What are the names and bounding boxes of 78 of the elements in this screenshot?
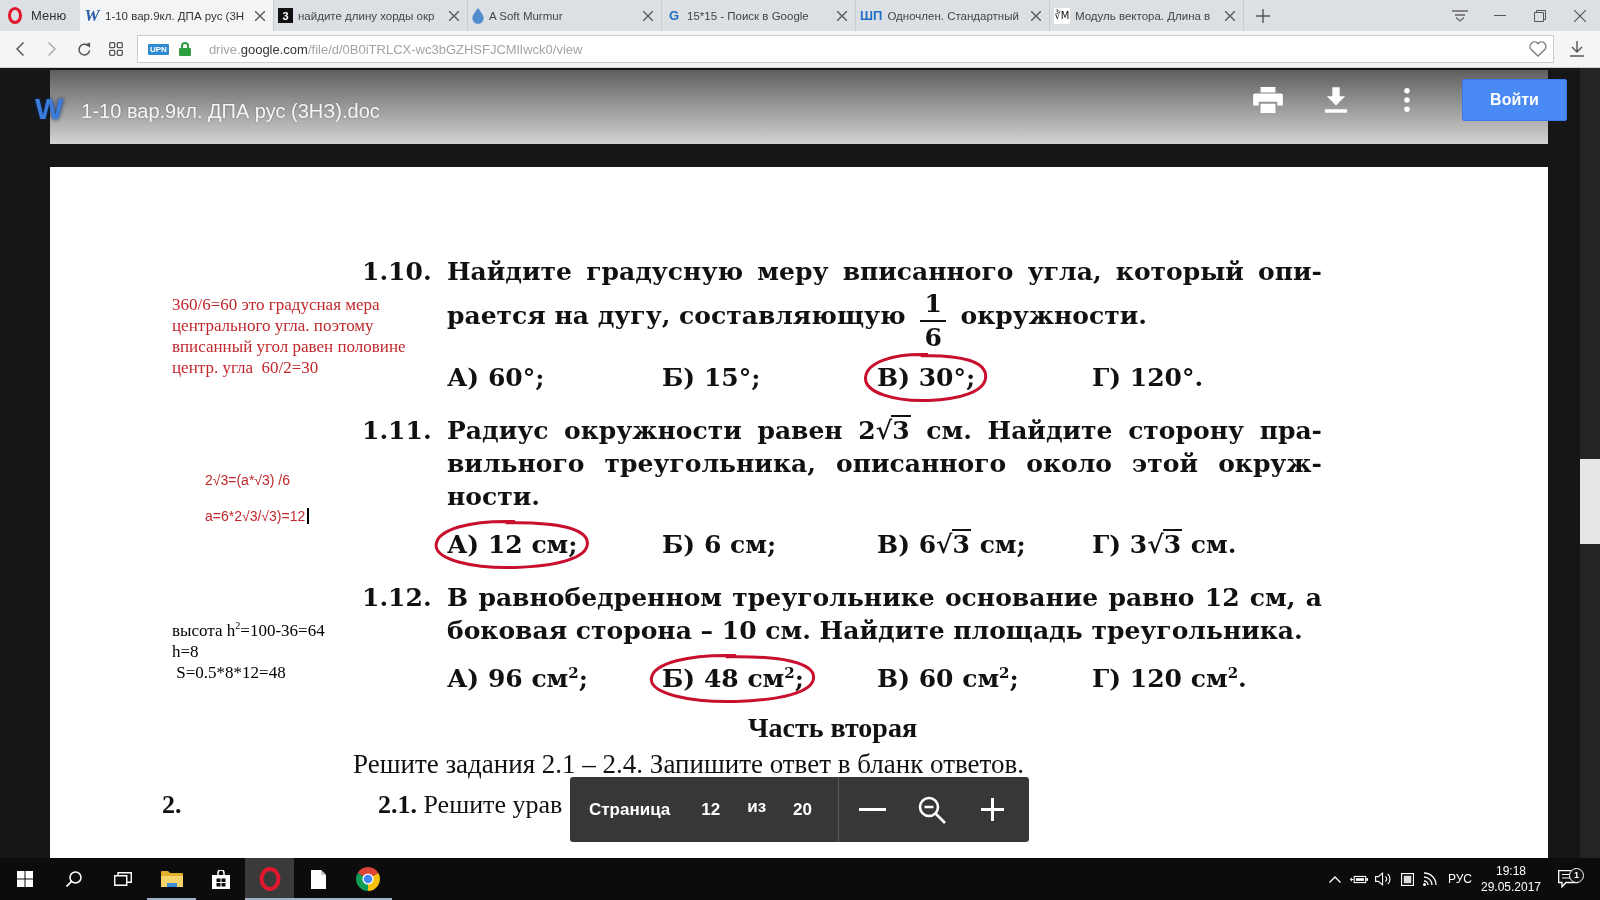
- task-text: 2.1. Решите урав: [378, 790, 563, 820]
- question-text: Радиус окружности равен 2√3 см. Найдите сторону пра- вильного треугольника, описанного около этой окруж- ности.: [447, 414, 1322, 513]
- task-view-icon[interactable]: [113, 872, 132, 886]
- vpn-badge[interactable]: UPN: [148, 43, 169, 55]
- answer-option: А) 12 см;: [447, 530, 578, 559]
- more-icon[interactable]: [1404, 88, 1410, 112]
- answer-option: Г) 120°.: [1092, 363, 1204, 392]
- answer-option: А) 96 см$^{2}$;: [447, 664, 588, 693]
- speaker-icon[interactable]: [1374, 872, 1392, 886]
- close-icon[interactable]: [1225, 10, 1235, 21]
- tab-favicon: W: [84, 7, 100, 24]
- close-icon[interactable]: [1574, 9, 1586, 22]
- answer-option: Г) 3√3 см.: [1092, 530, 1237, 559]
- answer-option: В) 30°;: [877, 363, 976, 392]
- question-number: 1.11.: [362, 415, 432, 447]
- margin-note: 2√3=(a*√3) /6 a=6*2√3/√3)=12: [205, 471, 306, 526]
- folder-icon: [160, 870, 183, 888]
- page-number-field[interactable]: 12: [701, 799, 721, 820]
- minus-icon[interactable]: [859, 808, 887, 811]
- notification-badge: 1: [1569, 868, 1584, 883]
- answer-option: А) 60°;: [447, 363, 545, 392]
- answer-option: Г) 120 см$^{2}$.: [1092, 664, 1247, 693]
- reload-icon[interactable]: [76, 41, 92, 57]
- print-icon[interactable]: [1253, 87, 1283, 113]
- input-language[interactable]: РУС: [1443, 872, 1477, 886]
- ring-logo-icon: [258, 867, 281, 891]
- screen-icon[interactable]: [1400, 872, 1414, 886]
- document-title: 1-10 вар.9кл. ДПА рус (3НЗ).doc: [81, 100, 380, 122]
- water-drop-icon: [472, 7, 484, 24]
- question-number: 1.12.: [362, 582, 432, 614]
- instruction-text: Решите задания 2.1 – 2.4. Запишите ответ в бланк ответов.: [353, 749, 1025, 779]
- margin-note: 360/6=60 это градусная мера центрального угла. поэтому вписанный угол равен половине центр. угла 60/2=30: [172, 294, 406, 378]
- tab-favicon: ∛M: [1054, 7, 1070, 24]
- circle-logo-icon: [355, 867, 380, 891]
- bag-icon: [211, 869, 230, 889]
- answer-option: В) 6√3 см;: [877, 530, 1026, 559]
- answer-option: Б) 15°;: [662, 363, 761, 392]
- document-icon: [311, 869, 326, 889]
- close-icon[interactable]: [255, 10, 265, 21]
- answer-option: Б) 48 см$^{2}$;: [662, 664, 804, 693]
- tab-favicon: G: [667, 7, 681, 24]
- answer-option: Б) 6 см;: [662, 530, 777, 559]
- back-icon[interactable]: [16, 42, 24, 56]
- menu-button[interactable]: Меню: [0, 0, 80, 31]
- address-field[interactable]: UPN drive.google.com/file/d/0B0iTRLCX-wc3bGZHSFJCMlIwck0/view: [137, 35, 1554, 63]
- tab-menu-icon[interactable]: [1452, 9, 1468, 22]
- url-text: drive.google.com/file/d/0B0iTRLCX-wc3bGZHSFJCMlIwck0/view: [208, 41, 583, 57]
- close-icon[interactable]: [449, 10, 459, 21]
- question-number: 1.10.: [362, 256, 432, 288]
- section-title: Часть вторая: [748, 712, 918, 744]
- wifi-icon[interactable]: [1423, 872, 1439, 886]
- task-number: 2.: [162, 790, 183, 820]
- page-label: Страница: [589, 799, 671, 820]
- answer-option: В) 60 см$^{2}$;: [877, 664, 1019, 693]
- search-icon[interactable]: [65, 871, 82, 887]
- tab-favicon: 3: [278, 8, 293, 23]
- close-icon[interactable]: [1031, 10, 1041, 21]
- ring-logo-icon: [8, 7, 22, 24]
- page-total: 20: [793, 799, 813, 820]
- close-icon[interactable]: [837, 10, 847, 21]
- clock-time[interactable]: 19:18: [1496, 863, 1526, 879]
- question-text: В равнобедренном треугольнике основание равно 12 см, а боковая сторона – 10 см. Найдите площадь треугольника.: [447, 582, 1322, 647]
- magnifier-icon[interactable]: [918, 795, 947, 824]
- windows-logo-icon[interactable]: [16, 871, 33, 887]
- restore-icon[interactable]: [1534, 9, 1546, 22]
- scrollbar-thumb[interactable]: [1580, 459, 1600, 544]
- download-icon[interactable]: [1325, 87, 1347, 113]
- page-of-label: из: [747, 796, 767, 817]
- browser-tab[interactable]: W 1-10 вар.9кл. ДПА рус (3Н: [80, 0, 274, 31]
- tab-favicon: ШП: [860, 7, 883, 24]
- heart-icon[interactable]: [1529, 41, 1547, 57]
- download-icon[interactable]: [1570, 41, 1584, 57]
- clock-date[interactable]: 29.05.2017: [1480, 879, 1542, 895]
- close-icon[interactable]: [643, 10, 653, 21]
- margin-note: высота h$^{2}$=100-36=64 h=8 S=0.5*8*12=48: [172, 620, 325, 683]
- chevron-up-icon[interactable]: [1329, 875, 1341, 883]
- grid-icon[interactable]: [109, 42, 123, 56]
- battery-icon[interactable]: [1350, 873, 1368, 885]
